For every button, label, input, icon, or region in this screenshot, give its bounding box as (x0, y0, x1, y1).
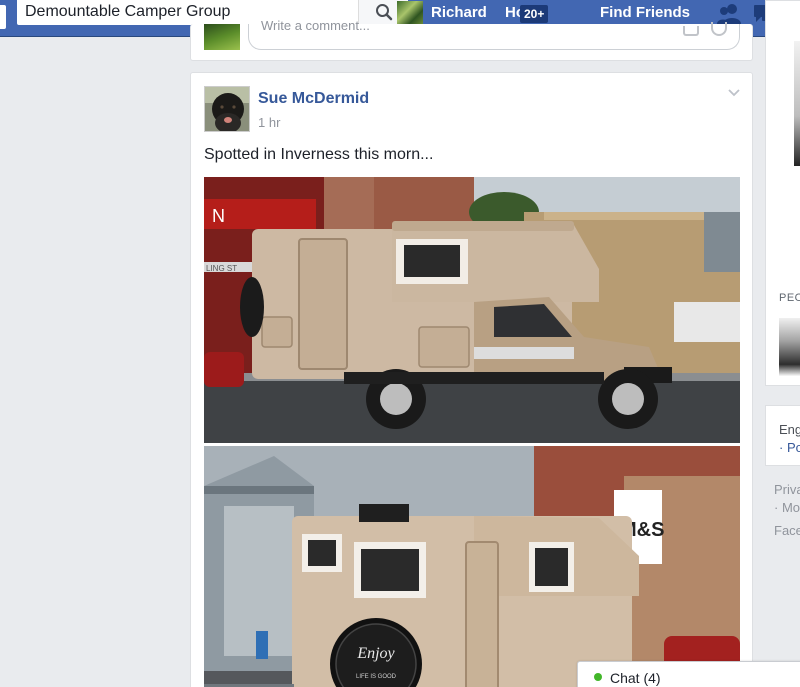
comment-placeholder: Write a comment... (261, 18, 370, 33)
post-photo-1[interactable]: N LING ST (204, 177, 740, 443)
chat-label: Chat (4) (610, 670, 661, 686)
facebook-logo-icon[interactable] (0, 5, 6, 29)
camper-rear-view-image: M&S Enjoy LIFE IS GOOD (204, 446, 740, 687)
tire-cover-text: Enjoy (356, 645, 395, 662)
tire-cover-subtext: LIFE IS GOOD (356, 674, 397, 680)
post-photo-2[interactable]: M&S Enjoy LIFE IS GOOD (204, 446, 740, 687)
people-you-may-know-heading: PEO (779, 292, 800, 304)
home-notification-badge: 20+ (520, 5, 549, 23)
camera-icon[interactable] (683, 26, 699, 36)
right-column-card: PEO (765, 0, 800, 386)
dog-avatar-image (205, 87, 249, 131)
post-author-link[interactable]: Sue McDermid (258, 90, 369, 108)
commenter-avatar (204, 24, 240, 50)
shop-sign-text: N (212, 206, 225, 226)
footer-copyright: Face (774, 523, 800, 538)
chat-bar[interactable]: Chat (4) (577, 661, 800, 687)
street-sign-text: LING ST (206, 264, 237, 273)
language-current: Eng (779, 422, 800, 437)
profile-link[interactable]: Richard (431, 4, 487, 21)
camper-side-view-image: N LING ST (204, 177, 740, 443)
language-option-link[interactable]: · Po (779, 440, 800, 455)
right-column-image (794, 41, 800, 166)
author-avatar[interactable] (204, 86, 250, 132)
suggested-person-photo[interactable] (779, 318, 800, 376)
footer-privacy-link[interactable]: Priva (774, 482, 800, 497)
post-options-chevron-icon[interactable] (728, 89, 740, 97)
comment-input[interactable]: Write a comment... (248, 18, 740, 50)
post-body-text: Spotted in Inverness this morn... (204, 146, 434, 163)
find-friends-link[interactable]: Find Friends (600, 4, 690, 21)
language-card: Eng · Po (765, 405, 800, 466)
search-icon (376, 4, 393, 21)
previous-post-card: Write a comment... (190, 18, 753, 61)
emoji-icon[interactable] (711, 22, 727, 36)
post-card: Sue McDermid 1 hr Spotted in Inverness t… (190, 72, 753, 687)
footer-more-link[interactable]: · Mo (774, 500, 800, 515)
search-input-value: Demountable Camper Group (25, 3, 231, 20)
online-status-icon (594, 673, 602, 681)
profile-avatar[interactable] (397, 1, 423, 25)
post-timestamp[interactable]: 1 hr (258, 115, 280, 130)
